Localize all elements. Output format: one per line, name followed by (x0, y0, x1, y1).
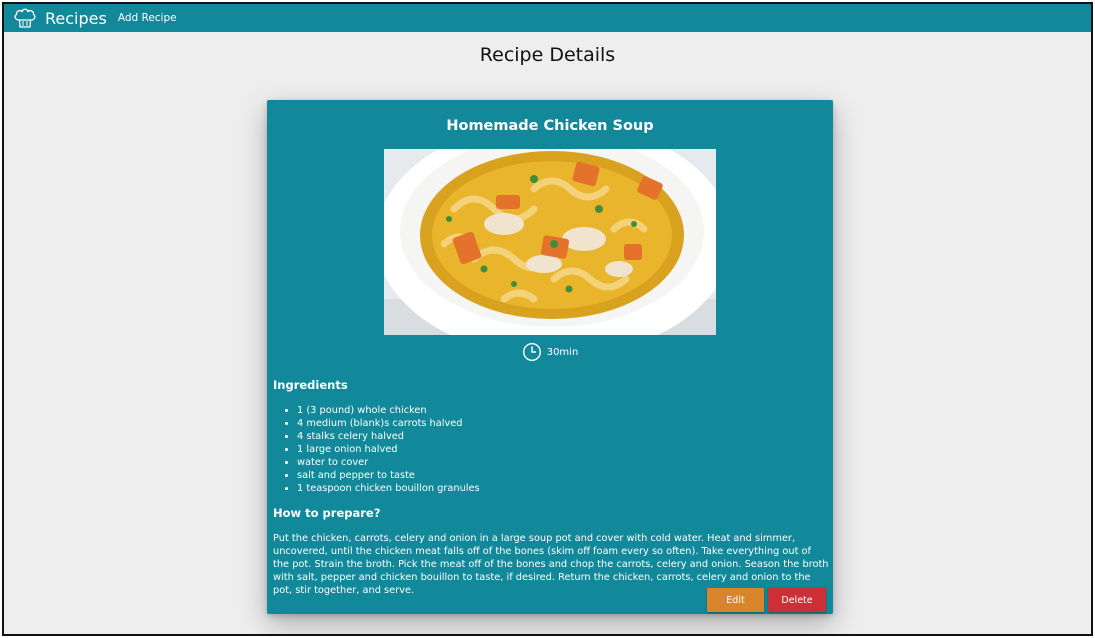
ingredient-item: 1 large onion halved (297, 443, 480, 456)
ingredient-item: 1 teaspoon chicken bouillon granules (297, 482, 480, 495)
instructions-heading: How to prepare? (273, 506, 381, 520)
cook-time: 30min (267, 342, 833, 362)
ingredient-item: 1 (3 pound) whole chicken (297, 404, 480, 417)
recipe-card: Homemade Chicken Soup 30min Ingredients … (267, 100, 833, 614)
edit-button[interactable]: Edit (707, 588, 764, 612)
add-recipe-link[interactable]: Add Recipe (118, 12, 177, 24)
recipe-image (384, 149, 716, 335)
ingredient-item: salt and pepper to taste (297, 469, 480, 482)
page-title: Recipe Details (479, 44, 616, 66)
ingredients-list: 1 (3 pound) whole chicken 4 medium (blan… (297, 404, 480, 495)
cook-time-value: 30min (546, 347, 579, 358)
navbar: Recipes Add Recipe (4, 4, 1091, 32)
ingredient-item: 4 medium (blank)s carrots halved (297, 417, 480, 430)
app-window: Recipes Add Recipe Recipe Details Homema… (2, 2, 1093, 636)
recipe-title: Homemade Chicken Soup (446, 118, 654, 134)
chef-hat-icon[interactable] (12, 6, 38, 30)
ingredients-heading: Ingredients (273, 378, 348, 392)
delete-button[interactable]: Delete (768, 588, 826, 612)
ingredient-item: 4 stalks celery halved (297, 430, 480, 443)
brand-link[interactable]: Recipes (45, 9, 107, 28)
clock-icon (522, 342, 542, 362)
ingredient-item: water to cover (297, 456, 480, 469)
